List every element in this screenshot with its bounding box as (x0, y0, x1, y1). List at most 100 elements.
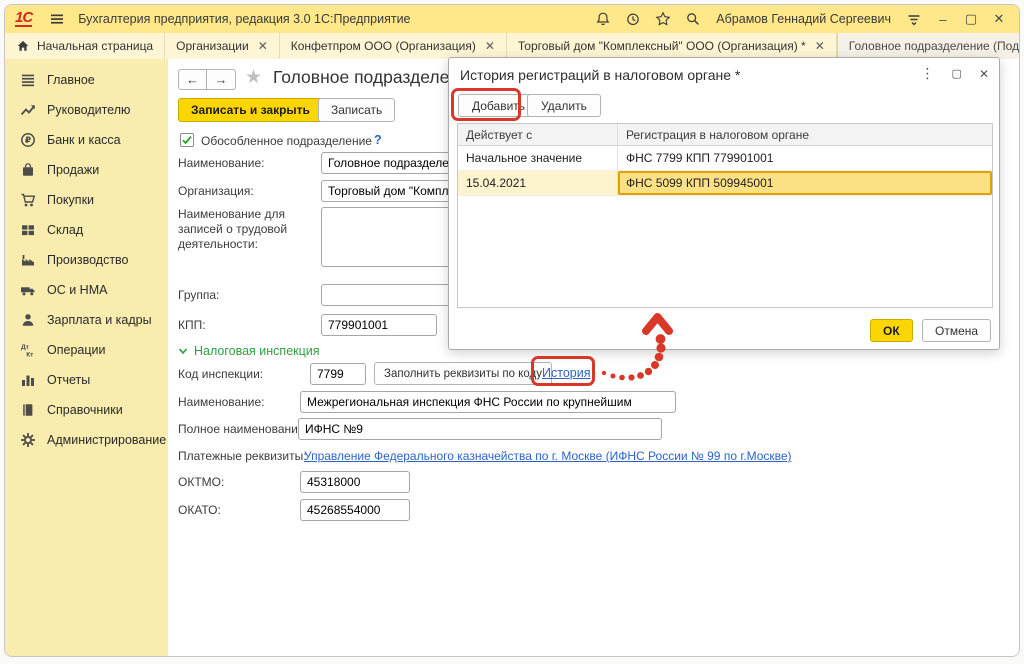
tab-close-icon[interactable]: ✕ (815, 39, 825, 53)
home-icon (16, 39, 30, 53)
notifications-bell-icon[interactable] (592, 8, 614, 30)
sidebar-item-purchases[interactable]: Покупки (5, 185, 168, 215)
sidebar-item-label: Производство (47, 253, 129, 267)
tab-organizations[interactable]: Организации ✕ (165, 33, 280, 59)
sidebar-item-os-nma[interactable]: ОС и НМА (5, 275, 168, 305)
fill-by-code-button[interactable]: Заполнить реквизиты по коду (374, 362, 552, 385)
sidebar-item-salary-hr[interactable]: Зарплата и кадры (5, 305, 168, 335)
1c-logo: 1С (15, 11, 32, 27)
app-title: Бухгалтерия предприятия, редакция 3.0 1С… (78, 12, 410, 26)
table-row[interactable]: Начальное значениеФНС 7799 КПП 779901001 (458, 146, 992, 171)
payment-details-label: Платежные реквизиты: (178, 449, 307, 463)
inspection-code-label: Код инспекции: (178, 367, 263, 381)
dialog-maximize-icon[interactable]: ▢ (952, 67, 962, 80)
oktmo-input[interactable]: 45318000 (300, 471, 410, 493)
sidebar-item-operations[interactable]: ДтКтОперации (5, 335, 168, 365)
sidebar-item-main[interactable]: Главное (5, 65, 168, 95)
search-icon[interactable] (682, 8, 704, 30)
sidebar-item-administration[interactable]: Администрирование (5, 425, 168, 455)
favorites-star-icon[interactable] (652, 8, 674, 30)
tax-section-title: Налоговая инспекция (194, 344, 320, 358)
history-dialog: История регистраций в налоговом органе *… (448, 57, 1000, 350)
screen: 1С Бухгалтерия предприятия, редакция 3.0… (0, 0, 1024, 664)
payment-details-link[interactable]: Управление Федерального казначейства по … (304, 449, 792, 463)
inspection-name-input[interactable]: Межрегиональная инспекция ФНС России по … (300, 391, 676, 413)
group-label: Группа: (178, 288, 219, 302)
inspection-code-input[interactable]: 7799 (310, 363, 366, 385)
kpp-input[interactable]: 779901001 (321, 314, 437, 336)
ok-button[interactable]: ОК (870, 319, 913, 342)
sidebar-item-label: Зарплата и кадры (47, 313, 152, 327)
sidebar-item-label: Справочники (47, 403, 123, 417)
truck-icon (20, 282, 36, 298)
chevron-down-icon (178, 346, 188, 356)
history-clock-icon[interactable] (622, 8, 644, 30)
dialog-controls: ⋮ ▢ ✕ (921, 65, 989, 82)
tab-label: Конфетпром ООО (Организация) (291, 39, 476, 53)
kpp-label: КПП: (178, 318, 206, 332)
minimize-button[interactable]: – (933, 12, 953, 27)
sidebar-item-sales[interactable]: Продажи (5, 155, 168, 185)
pallet-grid-icon (20, 222, 36, 238)
delete-button[interactable]: Удалить (527, 94, 601, 117)
svg-text:Кт: Кт (26, 352, 33, 359)
full-name-label: Полное наименование: (178, 422, 308, 436)
history-link[interactable]: История (542, 366, 590, 380)
nav-buttons: ← → (178, 69, 236, 90)
tab-label: Головное подразделение (Подразделение) (849, 39, 1020, 53)
cell-effective-date[interactable]: 15.04.2021 (458, 171, 618, 195)
tax-inspection-section[interactable]: Налоговая инспекция (178, 344, 320, 358)
table-row[interactable]: 15.04.2021ФНС 5099 КПП 509945001 (458, 171, 992, 196)
sidebar-item-production[interactable]: Производство (5, 245, 168, 275)
save-close-button[interactable]: Записать и закрыть (178, 98, 323, 122)
close-button[interactable]: ✕ (989, 11, 1009, 27)
tab-close-icon[interactable]: ✕ (485, 39, 495, 53)
inspection-name-label: Наименование: (178, 395, 265, 409)
tab-label: Начальная страница (37, 39, 153, 53)
service-menu-icon[interactable] (903, 8, 925, 30)
separate-division-checkbox[interactable] (180, 133, 194, 147)
column-registration[interactable]: Регистрация в налоговом органе (618, 124, 992, 145)
factory-icon (20, 252, 36, 268)
tab-trade-house[interactable]: Торговый дом "Комплексный" ООО (Организа… (507, 33, 837, 59)
sidebar-item-reports[interactable]: Отчеты (5, 365, 168, 395)
sidebar-item-directories[interactable]: Справочники (5, 395, 168, 425)
tab-close-icon[interactable]: ✕ (258, 39, 268, 53)
sidebar-item-warehouse[interactable]: Склад (5, 215, 168, 245)
save-button[interactable]: Записать (318, 98, 395, 122)
tab-home[interactable]: Начальная страница (5, 33, 165, 59)
forward-arrow-button[interactable]: → (207, 69, 236, 90)
labor-records-label: Наименование для записей о трудовой деят… (178, 207, 318, 252)
registration-table: Действует с Регистрация в налоговом орга… (457, 123, 993, 308)
sidebar-item-label: Продажи (47, 163, 99, 177)
svg-text:Дт: Дт (21, 344, 29, 351)
hamburger-menu-icon[interactable] (46, 8, 68, 30)
cell-effective-date[interactable]: Начальное значение (458, 146, 618, 170)
cell-registration[interactable]: ФНС 5099 КПП 509945001 (618, 171, 992, 195)
main-menu-icon (20, 72, 36, 88)
cell-registration[interactable]: ФНС 7799 КПП 779901001 (618, 146, 992, 170)
sidebar: Главное Руководителю ₽Банк и касса Продажи П… (5, 59, 168, 656)
dialog-close-icon[interactable]: ✕ (979, 67, 989, 81)
help-question-link[interactable]: ? (374, 133, 382, 147)
gear-icon (20, 432, 36, 448)
column-effective-date[interactable]: Действует с (458, 124, 618, 145)
sidebar-item-label: Покупки (47, 193, 94, 207)
favorite-star-icon[interactable]: ★ (245, 66, 262, 89)
sidebar-item-label: Руководителю (47, 103, 130, 117)
tab-head-division[interactable]: Головное подразделение (Подразделение)✕ (837, 33, 1020, 59)
full-name-input[interactable]: ИФНС №9 (298, 418, 662, 440)
tab-konfetprom[interactable]: Конфетпром ООО (Организация) ✕ (280, 33, 507, 59)
topbar-right: Абрамов Геннадий Сергеевич – ▢ ✕ (592, 8, 1009, 30)
cancel-button[interactable]: Отмена (922, 319, 991, 342)
okato-input[interactable]: 45268554000 (300, 499, 410, 521)
sidebar-item-label: Склад (47, 223, 83, 237)
sidebar-item-manager[interactable]: Руководителю (5, 95, 168, 125)
more-menu-icon[interactable]: ⋮ (921, 65, 935, 82)
maximize-button[interactable]: ▢ (961, 11, 981, 27)
tab-label: Организации (176, 39, 249, 53)
shopping-bag-icon (20, 162, 36, 178)
sidebar-item-bank-cash[interactable]: ₽Банк и касса (5, 125, 168, 155)
back-arrow-button[interactable]: ← (178, 69, 207, 90)
user-name[interactable]: Абрамов Геннадий Сергеевич (716, 12, 891, 26)
